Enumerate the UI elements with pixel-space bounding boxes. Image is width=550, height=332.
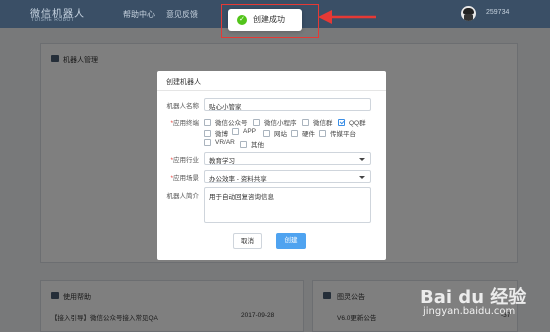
terminal-wechat-official[interactable]: 微信公众号 [204, 117, 248, 127]
scene-label-text: 应用场景 [173, 175, 199, 182]
terminal-option-label: QQ群 [349, 120, 366, 127]
chevron-down-icon [359, 158, 365, 161]
checkbox[interactable] [319, 129, 326, 137]
terminal-option-label: 微信小程序 [264, 120, 297, 127]
terminal-option-label: 传媒平台 [330, 131, 356, 138]
checkbox[interactable] [291, 129, 298, 137]
checkbox[interactable] [253, 118, 260, 126]
industry-select[interactable]: 教育学习 [204, 152, 371, 165]
success-toast: ✓ 创建成功 [228, 9, 302, 31]
terminal-option-label: 微信公众号 [215, 120, 248, 127]
robot-name-input[interactable]: 贴心小管家 [204, 98, 371, 111]
terminal-label-text: 应用终端 [173, 120, 199, 127]
terminal-weibo[interactable]: 微博 [204, 128, 228, 138]
scene-select[interactable]: 办公效率 - 资料共享 [204, 170, 371, 183]
terminal-option-label: 其他 [251, 142, 264, 149]
checkbox[interactable] [263, 129, 270, 137]
annotation-arrow-icon [318, 10, 376, 24]
terminal-qq-group[interactable]: QQ群 [338, 117, 366, 127]
terminal-app[interactable]: APP [232, 128, 256, 135]
toast-message: 创建成功 [253, 15, 285, 24]
chevron-down-icon [359, 176, 365, 179]
intro-label: 机器人简介 [157, 190, 200, 200]
intro-textarea[interactable]: 用于自动回复咨询信息 [204, 187, 371, 223]
terminal-website[interactable]: 网站 [263, 128, 287, 138]
terminal-option-label: APP [243, 128, 257, 135]
terminal-hardware[interactable]: 硬件 [291, 128, 315, 138]
watermark-url: jingyan.baidu.com [423, 306, 516, 317]
scene-selected-value: 办公效率 - 资料共享 [209, 176, 267, 183]
user-id[interactable]: 259734 [486, 9, 509, 16]
terminal-vr-ar[interactable]: VR/AR [204, 139, 235, 146]
terminal-option-label: 硬件 [302, 131, 315, 138]
industry-label-text: 应用行业 [173, 157, 199, 164]
checkbox[interactable] [240, 140, 247, 148]
create-robot-dialog: 创建机器人 机器人名称 贴心小管家 *应用终端 微信公众号 微信小程序 微信群 … [157, 71, 386, 260]
checkbox[interactable] [232, 128, 239, 135]
terminal-media-platform[interactable]: 传媒平台 [319, 128, 356, 138]
terminal-option-label: 微博 [215, 131, 228, 138]
robot-name-label: 机器人名称 [157, 100, 200, 110]
checkbox-checked[interactable] [338, 118, 345, 126]
dialog-header: 创建机器人 [157, 71, 386, 91]
intro-label-text: 机器人简介 [166, 193, 200, 200]
dialog-title: 创建机器人 [166, 79, 201, 86]
terminal-option-label: 微信群 [313, 120, 333, 127]
terminal-wechat-miniprogram[interactable]: 微信小程序 [253, 117, 297, 127]
cancel-button[interactable]: 取消 [233, 233, 262, 249]
checkbox[interactable] [302, 118, 309, 126]
terminal-option-label: VR/AR [215, 139, 235, 146]
scene-label: *应用场景 [170, 175, 199, 182]
terminal-other[interactable]: 其他 [240, 139, 264, 149]
checkbox[interactable] [204, 129, 211, 137]
industry-selected-value: 教育学习 [209, 158, 235, 165]
checkbox[interactable] [204, 118, 211, 126]
terminal-wechat-group[interactable]: 微信群 [302, 117, 333, 127]
nav-help-center[interactable]: 帮助中心 [123, 9, 155, 20]
terminal-label: *应用终端 [170, 120, 199, 127]
nav-feedback[interactable]: 意见反馈 [166, 9, 198, 20]
avatar[interactable] [461, 6, 476, 21]
logo-subtitle: TUISHE ROBOT [31, 17, 75, 23]
terminal-option-label: 网站 [274, 131, 287, 138]
robot-name-label-text: 机器人名称 [166, 103, 200, 110]
create-button[interactable]: 创建 [276, 233, 306, 249]
check-circle-icon: ✓ [237, 15, 247, 25]
industry-label: *应用行业 [170, 157, 199, 164]
checkbox[interactable] [204, 139, 211, 146]
